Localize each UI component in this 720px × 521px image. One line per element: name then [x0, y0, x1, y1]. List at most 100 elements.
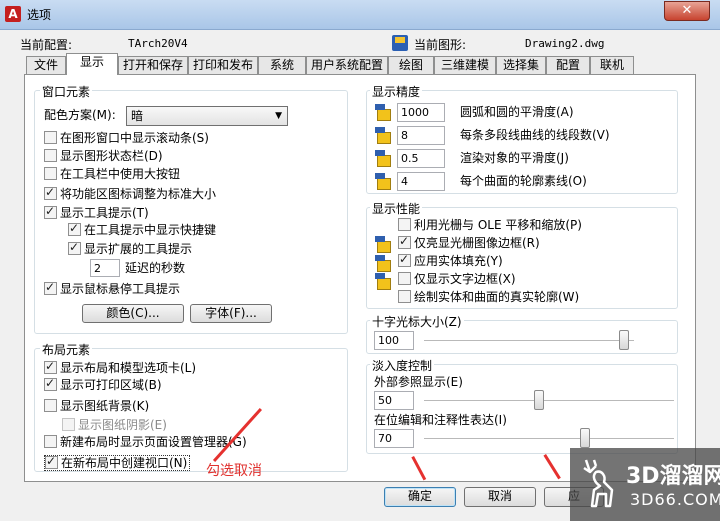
- checkbox-row[interactable]: 将功能区图标调整为标准大小: [44, 185, 217, 201]
- show-scrollbars-checkbox[interactable]: [44, 131, 57, 144]
- printable-area-checkbox[interactable]: [44, 376, 57, 391]
- tab-drafting[interactable]: 绘图: [388, 56, 434, 74]
- inplace-fade-slider-thumb[interactable]: [580, 428, 590, 448]
- checkbox-row[interactable]: 显示可打印区域(B): [44, 376, 162, 392]
- paper-background-checkbox[interactable]: [44, 399, 57, 412]
- checkbox-row[interactable]: 在新布局中创建视口(N): [44, 454, 191, 471]
- shortcut-keys-label: 在工具提示中显示快捷键: [84, 223, 217, 237]
- show-status-bar-checkbox[interactable]: [44, 149, 57, 162]
- paper-shadow-label: 显示图纸阴影(E): [78, 418, 167, 432]
- checkbox-row[interactable]: 在图形窗口中显示滚动条(S): [44, 131, 209, 145]
- checkbox-row[interactable]: 显示图纸背景(K): [44, 399, 149, 413]
- tab-open-save[interactable]: 打开和保存: [118, 56, 188, 74]
- checkbox-row[interactable]: 利用光栅与 OLE 平移和缩放(P): [398, 218, 582, 232]
- crosshair-size-input[interactable]: 100: [374, 331, 414, 350]
- text-frame-only-label: 仅显示文字边框(X): [414, 272, 516, 286]
- close-button[interactable]: ✕: [664, 1, 710, 21]
- checkbox-row[interactable]: 在工具提示中显示快捷键: [68, 221, 217, 237]
- raster-frame-highlight-checkbox[interactable]: [398, 234, 411, 249]
- tooltip-delay-input[interactable]: 2: [90, 259, 120, 277]
- tab-system[interactable]: 系统: [258, 56, 306, 74]
- tab-display[interactable]: 显示: [66, 53, 118, 75]
- checkbox-row[interactable]: 应用实体填充(Y): [398, 252, 503, 268]
- arc-smoothness-input[interactable]: 1000: [397, 103, 445, 122]
- render-smoothness-input[interactable]: 0.5: [397, 149, 445, 168]
- checkbox-row[interactable]: 仅亮显光栅图像边框(R): [398, 234, 540, 250]
- checkbox-row[interactable]: 绘制实体和曲面的真实轮廓(W): [398, 290, 579, 304]
- polyline-segments-input[interactable]: 8: [397, 126, 445, 145]
- deer-logo-icon: [583, 459, 614, 508]
- crosshair-size-slider-thumb[interactable]: [619, 330, 629, 350]
- create-viewport-label: 在新布局中创建视口(N): [61, 456, 188, 470]
- rollover-tooltips-checkbox[interactable]: [44, 280, 57, 295]
- fade-control-title: 淡入度控制: [370, 357, 435, 374]
- drawing-setting-icon: [375, 150, 391, 167]
- show-tooltips-checkbox[interactable]: [44, 204, 57, 219]
- checkbox-row[interactable]: 显示鼠标悬停工具提示: [44, 280, 180, 296]
- layout-model-tabs-checkbox[interactable]: [44, 359, 57, 374]
- crosshair-size-title: 十字光标大小(Z): [370, 313, 464, 330]
- colors-button[interactable]: 颜色(C)...: [82, 304, 184, 323]
- checkbox-row[interactable]: 显示布局和模型选项卡(L): [44, 359, 197, 375]
- raster-ole-pan-zoom-label: 利用光栅与 OLE 平移和缩放(P): [414, 218, 582, 232]
- xref-fade-slider-thumb[interactable]: [534, 390, 544, 410]
- window-elements-title: 窗口元素: [40, 83, 93, 100]
- layout-model-tabs-label: 显示布局和模型选项卡(L): [60, 361, 197, 375]
- window-title: 选项: [27, 8, 52, 22]
- large-buttons-checkbox[interactable]: [44, 167, 57, 180]
- drawing-setting-icon: [375, 255, 391, 272]
- drawing-setting-icon: [375, 273, 391, 290]
- ok-button[interactable]: 确定: [384, 487, 456, 507]
- drawing-icon: [392, 35, 408, 51]
- checkbox-row[interactable]: 显示图形状态栏(D): [44, 149, 163, 163]
- fonts-button[interactable]: 字体(F)...: [190, 304, 272, 323]
- drawing-setting-icon: [375, 127, 391, 144]
- color-scheme-select[interactable]: 暗 ▼: [126, 106, 288, 126]
- ribbon-icons-checkbox[interactable]: [44, 185, 57, 200]
- tab-profiles[interactable]: 配置: [546, 56, 590, 74]
- polyline-segments-label: 每条多段线曲线的线段数(V): [460, 128, 610, 142]
- tab-selection[interactable]: 选择集: [496, 56, 546, 74]
- text-frame-only-checkbox[interactable]: [398, 272, 411, 285]
- raster-ole-pan-zoom-checkbox[interactable]: [398, 218, 411, 231]
- true-silhouettes-label: 绘制实体和曲面的真实轮廓(W): [414, 290, 580, 304]
- checkbox-row[interactable]: 新建布局时显示页面设置管理器(G): [44, 435, 247, 449]
- cancel-button[interactable]: 取消: [464, 487, 536, 507]
- crosshair-size-slider-track[interactable]: [424, 340, 634, 342]
- page-setup-manager-label: 新建布局时显示页面设置管理器(G): [60, 435, 247, 449]
- checkbox-row[interactable]: 显示扩展的工具提示: [68, 240, 192, 256]
- page-setup-manager-checkbox[interactable]: [44, 435, 57, 448]
- render-smoothness-label: 渲染对象的平滑度(J): [460, 151, 569, 165]
- true-silhouettes-checkbox[interactable]: [398, 290, 411, 303]
- xref-fade-slider-track[interactable]: [424, 400, 674, 402]
- current-drawing-label: 当前图形:: [414, 38, 467, 52]
- tab-user-preferences[interactable]: 用户系统配置: [306, 56, 388, 74]
- drawing-setting-icon: [375, 236, 391, 253]
- checkbox-row: 显示图纸阴影(E): [62, 418, 167, 432]
- shortcut-keys-checkbox[interactable]: [68, 221, 81, 236]
- inplace-fade-input[interactable]: 70: [374, 429, 414, 448]
- raster-frame-highlight-label: 仅亮显光栅图像边框(R): [414, 236, 540, 250]
- checkbox-row[interactable]: 仅显示文字边框(X): [398, 272, 516, 286]
- solid-fill-checkbox[interactable]: [398, 252, 411, 267]
- large-buttons-label: 在工具栏中使用大按钮: [60, 167, 181, 181]
- show-status-bar-label: 显示图形状态栏(D): [60, 149, 163, 163]
- tab-online[interactable]: 联机: [590, 56, 634, 74]
- tab-plot-publish[interactable]: 打印和发布: [188, 56, 258, 74]
- printable-area-label: 显示可打印区域(B): [60, 378, 162, 392]
- xref-fade-input[interactable]: 50: [374, 391, 414, 410]
- inplace-fade-slider-track[interactable]: [424, 438, 674, 440]
- annotation-text: 勾选取消: [206, 463, 262, 479]
- checkbox-row[interactable]: 显示工具提示(T): [44, 204, 149, 220]
- ribbon-icons-label: 将功能区图标调整为标准大小: [60, 187, 217, 201]
- checkbox-row[interactable]: 在工具栏中使用大按钮: [44, 167, 180, 181]
- tooltip-delay-label: 延迟的秒数: [125, 261, 186, 275]
- layout-elements-title: 布局元素: [40, 341, 93, 358]
- tab-files[interactable]: 文件: [26, 56, 66, 74]
- create-viewport-checkbox[interactable]: [45, 454, 58, 469]
- extended-tooltips-checkbox[interactable]: [68, 240, 81, 255]
- contour-lines-input[interactable]: 4: [397, 172, 445, 191]
- current-profile-value: TArch20V4: [128, 37, 188, 50]
- tab-3d-modeling[interactable]: 三维建模: [434, 56, 496, 74]
- chevron-down-icon: ▼: [275, 111, 282, 121]
